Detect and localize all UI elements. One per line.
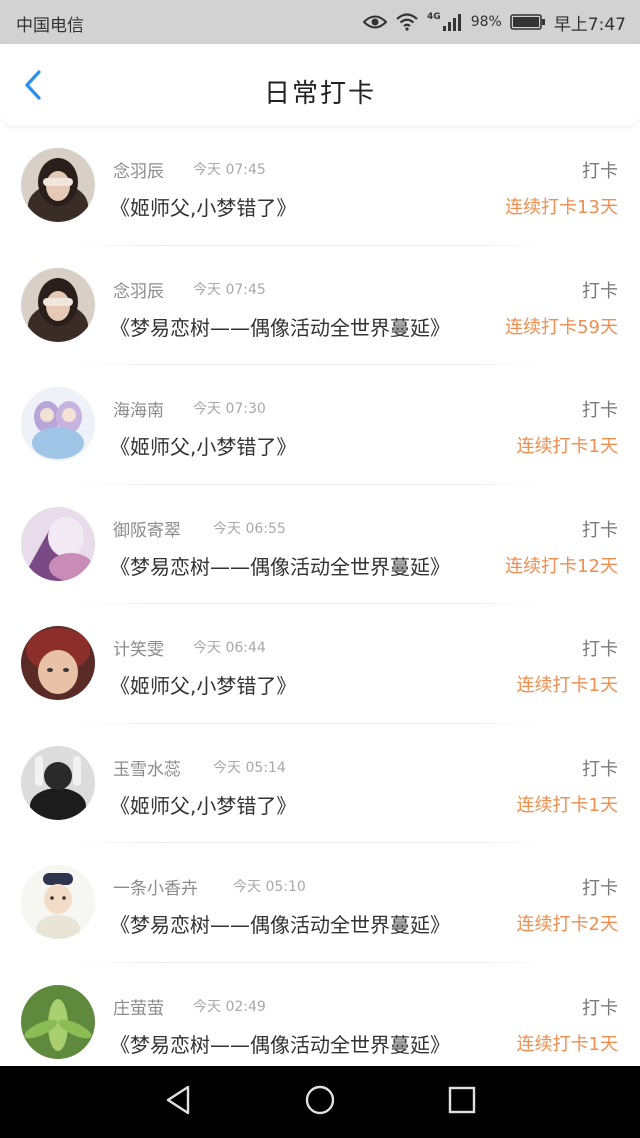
user-name[interactable]: 庄萤萤 [113,994,164,1019]
checkin-time: 今天 07:45 [193,162,266,178]
square-recents-icon [448,1086,476,1118]
user-name[interactable]: 念羽辰 [113,157,164,182]
battery-percent: 98% [470,14,502,30]
streak-label: 连续打卡2天 [516,914,618,935]
checkin-action: 打卡 [582,878,618,899]
signal-icon [442,13,463,31]
checkin-row[interactable]: 念羽辰 今天 07:45 打卡 《梦易恋树——偶像活动全世界蔓延》 连续打卡59… [0,246,640,365]
checkin-action: 打卡 [582,161,618,182]
status-time: 早上7:47 [553,14,626,35]
avatar[interactable] [21,745,95,820]
course-title[interactable]: 《姬师父,小梦错了》 [110,670,296,699]
system-recents-button[interactable] [444,1084,480,1120]
avatar[interactable] [21,626,95,700]
checkin-row[interactable]: 玉雪水蕊 今天 05:14 打卡 《姬师父,小梦错了》 连续打卡1天 [0,724,640,843]
checkin-time: 今天 06:55 [213,520,286,537]
avatar[interactable] [21,506,95,581]
checkin-action: 打卡 [582,519,618,541]
system-nav-bar [0,1066,640,1138]
course-title[interactable]: 《梦易恋树——偶像活动全世界蔓延》 [110,1029,450,1058]
checkin-time: 今天 05:10 [233,879,306,895]
circle-home-icon [304,1084,336,1120]
checkin-action: 打卡 [582,639,618,660]
course-title[interactable]: 《梦易恋树——偶像活动全世界蔓延》 [110,551,450,580]
checkin-action: 打卡 [582,280,618,302]
streak-label: 连续打卡12天 [505,555,618,577]
streak-label: 连续打卡1天 [516,675,618,696]
triangle-back-icon [164,1085,192,1119]
checkin-row[interactable]: 庄萤萤 今天 02:49 打卡 《梦易恋树——偶像活动全世界蔓延》 连续打卡1天 [0,963,640,1067]
checkin-time: 今天 05:14 [213,759,286,776]
checkin-row[interactable]: 计笑雯 今天 06:44 打卡 《姬师父,小梦错了》 连续打卡1天 [0,604,640,724]
eye-icon [363,14,388,30]
checkin-list: 念羽辰 今天 07:45 打卡 《姬师父,小梦错了》 连续打卡13天 念羽辰 今… [0,126,640,1066]
user-name[interactable]: 海海南 [113,396,164,421]
avatar[interactable] [21,387,95,461]
streak-label: 连续打卡13天 [505,197,618,218]
course-title[interactable]: 《姬师父,小梦错了》 [110,790,296,819]
network-type: 4G [427,12,441,22]
system-back-button[interactable] [160,1084,196,1120]
user-name[interactable]: 玉雪水蕊 [113,755,181,780]
course-title[interactable]: 《梦易恋树——偶像活动全世界蔓延》 [110,312,450,341]
streak-label: 连续打卡1天 [516,436,618,457]
user-name[interactable]: 计笑雯 [113,635,164,660]
carrier-name: 中国电信 [16,16,84,36]
checkin-action: 打卡 [582,997,618,1019]
checkin-row[interactable]: 一条小香卉 今天 05:10 打卡 《梦易恋树——偶像活动全世界蔓延》 连续打卡… [0,843,640,963]
nav-bar: 日常打卡 [0,44,640,126]
streak-label: 连续打卡1天 [516,1033,618,1055]
user-name[interactable]: 一条小香卉 [113,874,198,899]
checkin-row[interactable]: 海海南 今天 07:30 打卡 《姬师父,小梦错了》 连续打卡1天 [0,365,640,485]
status-bar: 中国电信 4G 98% 早上7:47 [0,0,640,44]
status-icons: 4G 98% 早上7:47 [363,8,626,36]
checkin-action: 打卡 [582,758,618,780]
user-name[interactable]: 御阪寄翠 [113,516,181,541]
course-title[interactable]: 《姬师父,小梦错了》 [110,431,296,460]
wifi-icon [395,13,419,31]
battery-icon [510,14,546,30]
avatar[interactable] [21,865,95,939]
course-title[interactable]: 《姬师父,小梦错了》 [110,192,296,221]
checkin-action: 打卡 [582,400,618,421]
avatar[interactable] [21,984,95,1059]
streak-label: 连续打卡1天 [516,794,618,816]
avatar[interactable] [21,267,95,342]
user-name[interactable]: 念羽辰 [113,277,164,302]
checkin-time: 今天 07:45 [193,281,266,298]
system-home-button[interactable] [302,1084,338,1120]
course-title[interactable]: 《梦易恋树——偶像活动全世界蔓延》 [110,909,450,938]
checkin-time: 今天 06:44 [193,640,266,656]
checkin-row[interactable]: 御阪寄翠 今天 06:55 打卡 《梦易恋树——偶像活动全世界蔓延》 连续打卡1… [0,485,640,604]
checkin-time: 今天 07:30 [193,401,266,417]
page-title: 日常打卡 [263,79,376,109]
avatar[interactable] [21,148,95,222]
checkin-row[interactable]: 念羽辰 今天 07:45 打卡 《姬师父,小梦错了》 连续打卡13天 [0,126,640,246]
streak-label: 连续打卡59天 [505,316,618,338]
checkin-time: 今天 02:49 [193,998,266,1015]
